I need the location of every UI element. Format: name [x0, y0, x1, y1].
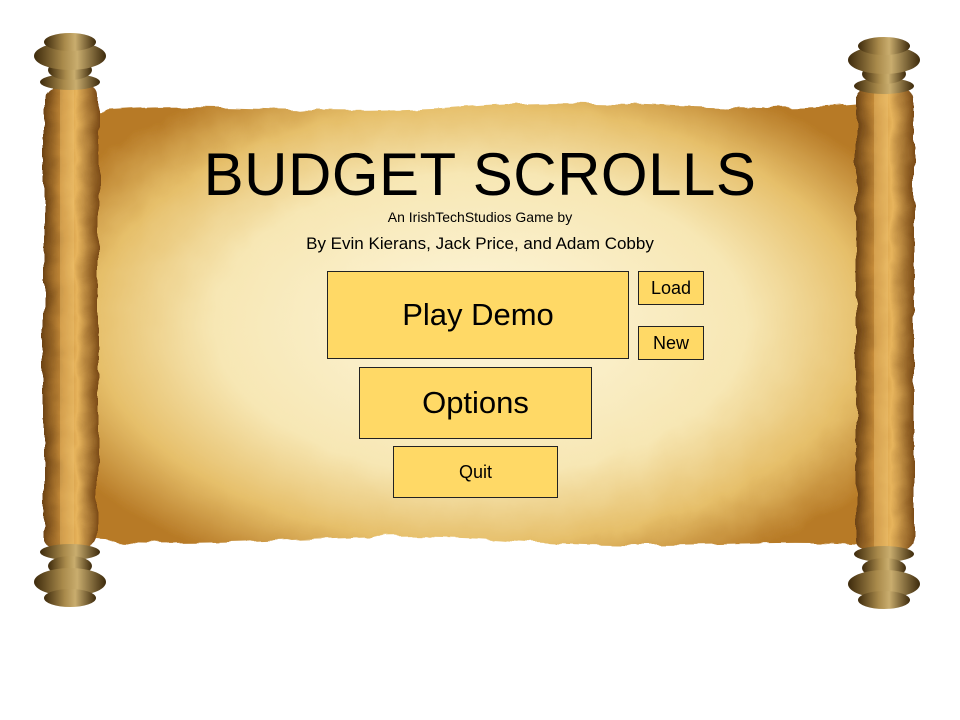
- parchment-scroll-illustration: [34, 33, 920, 609]
- options-button[interactable]: Options: [359, 367, 592, 439]
- new-game-button[interactable]: New: [638, 326, 704, 360]
- load-button[interactable]: Load: [638, 271, 704, 305]
- right-scroll-roller: [848, 37, 920, 609]
- quit-button[interactable]: Quit: [393, 446, 558, 498]
- game-title: BUDGET SCROLLS: [203, 141, 757, 208]
- left-scroll-roller: [34, 33, 106, 607]
- play-demo-button[interactable]: Play Demo: [327, 271, 629, 359]
- author-credits: By Evin Kierans, Jack Price, and Adam Co…: [306, 234, 654, 253]
- main-menu-screen: BUDGET SCROLLS An IrishTechStudios Game …: [0, 0, 960, 720]
- studio-credit: An IrishTechStudios Game by: [387, 209, 573, 225]
